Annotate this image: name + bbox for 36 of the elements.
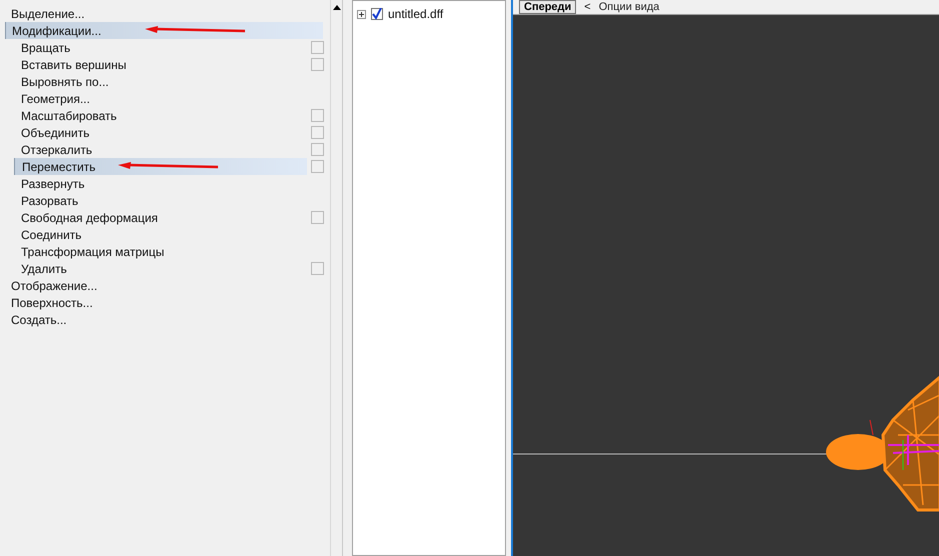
menu-item[interactable]: Развернуть bbox=[14, 175, 307, 192]
option-box[interactable] bbox=[311, 58, 324, 71]
checkbox[interactable] bbox=[371, 8, 383, 20]
menu-item[interactable]: Переместить bbox=[14, 158, 307, 175]
options-arrow[interactable]: < bbox=[584, 0, 591, 14]
menu-item[interactable]: Трансформация матрицы bbox=[14, 243, 307, 260]
scrollbar[interactable] bbox=[330, 0, 342, 556]
scroll-up-icon[interactable] bbox=[332, 5, 340, 10]
tree-item-label[interactable]: untitled.dff bbox=[388, 5, 444, 23]
menu-item[interactable]: Вращать bbox=[14, 39, 307, 56]
menu-item[interactable]: Отзеркалить bbox=[14, 141, 307, 158]
menu-item[interactable]: Вставить вершины bbox=[14, 56, 307, 73]
option-box[interactable] bbox=[311, 160, 324, 173]
menu-item[interactable]: Выровнять по... bbox=[14, 73, 307, 90]
menu-item[interactable]: Масштабировать bbox=[14, 107, 307, 124]
menu-item[interactable]: Геометрия... bbox=[14, 90, 307, 107]
menu-item[interactable]: Разорвать bbox=[14, 192, 307, 209]
expand-icon[interactable] bbox=[357, 10, 366, 18]
viewport[interactable] bbox=[513, 15, 939, 556]
menu-item[interactable]: Создать... bbox=[5, 311, 323, 328]
menu-item[interactable]: Модификации... bbox=[5, 22, 323, 39]
option-box[interactable] bbox=[311, 262, 324, 275]
option-box[interactable] bbox=[311, 143, 324, 156]
menu-item[interactable]: Отображение... bbox=[5, 277, 323, 294]
option-box[interactable] bbox=[311, 41, 324, 54]
menu-item[interactable]: Выделение... bbox=[5, 5, 323, 22]
option-box[interactable] bbox=[311, 126, 324, 139]
menu-item[interactable]: Соединить bbox=[14, 226, 307, 243]
option-box[interactable] bbox=[311, 211, 324, 224]
menu-item[interactable]: Удалить bbox=[14, 260, 307, 277]
option-box[interactable] bbox=[311, 109, 324, 122]
view-button[interactable]: Спереди bbox=[519, 0, 576, 14]
view-options-link[interactable]: Опции вида bbox=[598, 0, 660, 14]
menu-item[interactable]: Объединить bbox=[14, 124, 307, 141]
menu-item[interactable]: Свободная деформация bbox=[14, 209, 307, 226]
menu-item[interactable]: Поверхность... bbox=[5, 294, 323, 311]
